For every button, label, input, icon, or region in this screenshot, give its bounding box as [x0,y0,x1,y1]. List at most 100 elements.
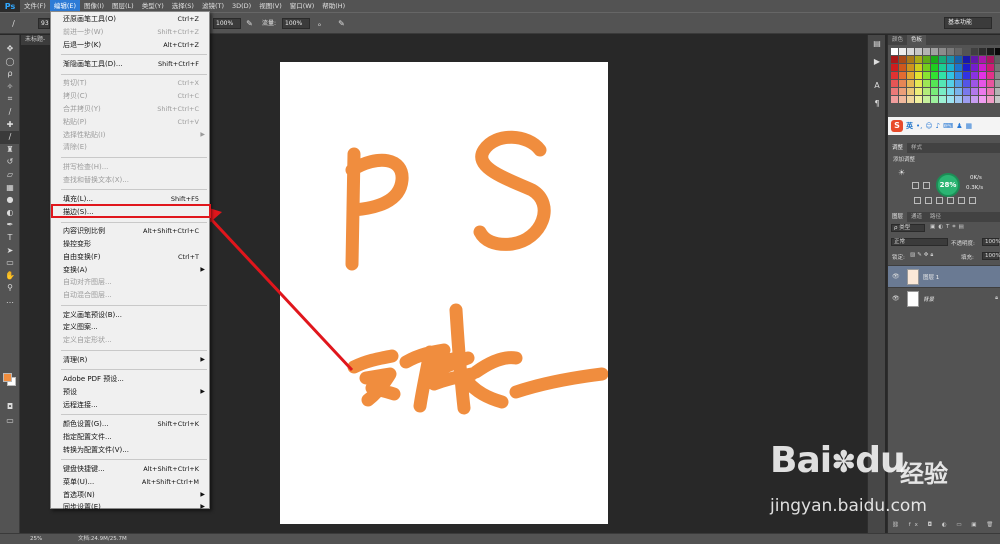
color-swatch[interactable] [955,48,962,55]
swatches-grid[interactable] [891,48,1000,106]
layer-opacity-field[interactable]: 100% [982,238,1000,246]
color-swatch[interactable] [939,56,946,63]
color-swatch[interactable] [971,96,978,103]
color-swatch[interactable] [923,64,930,71]
color-swatch[interactable] [955,56,962,63]
edit-menu-item[interactable]: 预设 ▶ [51,386,209,398]
color-swatch[interactable] [939,72,946,79]
edit-menu-item[interactable]: 首选项(N) ▶ [51,489,209,501]
color-swatch[interactable] [995,96,1000,103]
tab-styles[interactable]: 样式 [907,143,926,153]
edit-menu-item[interactable]: 清除(E) [51,141,209,153]
color-swatch[interactable] [931,72,938,79]
keyboard-icon[interactable]: ⌨ [943,122,953,130]
edit-menu-item[interactable]: 自动混合图层... [51,289,209,301]
tab-layers[interactable]: 图层 [888,212,908,222]
color-swatch[interactable] [987,72,994,79]
color-swatch[interactable] [979,80,986,87]
tab-color[interactable]: 颜色 [888,35,907,45]
character-panel-icon[interactable]: A [868,77,886,95]
color-swatch[interactable] [955,96,962,103]
color-swatch[interactable] [987,88,994,95]
color-swatch[interactable] [891,48,898,55]
color-swatch[interactable] [995,88,1000,95]
color-swatch[interactable] [891,80,898,87]
tab-swatches[interactable]: 色板 [907,35,927,45]
layer-row[interactable]: 👁︎ 背景 🔒︎ [888,287,1000,309]
color-swatch[interactable] [987,48,994,55]
color-swatch[interactable] [915,48,922,55]
edit-menu-item[interactable]: 剪切(T) Ctrl+X [51,77,209,89]
color-swatch[interactable] [947,48,954,55]
color-swatch[interactable] [979,88,986,95]
ime-mode[interactable]: 英 [906,121,913,131]
edit-menu-item[interactable]: 选择性粘贴(I) ▶ [51,129,209,141]
color-swatch[interactable] [923,48,930,55]
actions-panel-icon[interactable]: ▶ [868,53,886,71]
color-swatch[interactable] [971,72,978,79]
color-swatch[interactable] [923,72,930,79]
color-swatch[interactable] [891,72,898,79]
color-swatch[interactable] [931,48,938,55]
edit-menu-item[interactable]: 内容识别比例 Alt+Shift+Ctrl+C [51,225,209,237]
color-swatch[interactable] [963,96,970,103]
edit-menu-item[interactable]: 拷贝(C) Ctrl+C [51,90,209,102]
color-swatch[interactable] [923,56,930,63]
edit-menu-item[interactable]: 定义图案... [51,321,209,333]
color-swatch[interactable] [931,56,938,63]
color-swatch[interactable] [891,64,898,71]
color-swatch[interactable] [907,48,914,55]
color-swatch[interactable] [907,72,914,79]
color-swatch[interactable] [915,56,922,63]
toolbox-icon[interactable]: ▦ [966,122,973,130]
color-swatch[interactable] [955,88,962,95]
edit-menu-item[interactable]: 渐隐画笔工具(D)... Shift+Ctrl+F [51,58,209,70]
color-swatch[interactable] [971,48,978,55]
edit-menu-item[interactable]: 键盘快捷键... Alt+Shift+Ctrl+K [51,463,209,475]
color-swatch[interactable] [995,72,1000,79]
color-swatch[interactable] [899,72,906,79]
color-swatch[interactable] [971,80,978,87]
color-swatch[interactable] [939,88,946,95]
color-swatch[interactable] [987,64,994,71]
network-speed-ball[interactable]: 28% [936,173,960,197]
color-swatch[interactable] [923,96,930,103]
color-swatch[interactable] [963,72,970,79]
color-swatch[interactable] [931,96,938,103]
color-swatch[interactable] [907,80,914,87]
edit-menu-item[interactable]: 远程连接... [51,399,209,411]
blend-mode-select[interactable]: 正常 [891,238,948,246]
color-swatch[interactable] [947,96,954,103]
color-swatch[interactable] [995,56,1000,63]
edit-menu-item[interactable]: 变换(A) ▶ [51,264,209,276]
color-swatch[interactable] [947,64,954,71]
color-swatch[interactable] [963,64,970,71]
edit-menu-item[interactable]: 自由变换(F) Ctrl+T [51,251,209,263]
tab-adjustments[interactable]: 调整 [888,143,908,153]
color-swatch[interactable] [923,80,930,87]
edit-menu-item[interactable]: 定义自定形状... [51,334,209,346]
color-swatch[interactable] [987,96,994,103]
color-swatch[interactable] [899,80,906,87]
color-swatch[interactable] [891,96,898,103]
color-swatch[interactable] [955,64,962,71]
edit-menu-item[interactable]: 粘贴(P) Ctrl+V [51,116,209,128]
color-swatch[interactable] [979,72,986,79]
adjust-icons-row-3[interactable] [914,197,976,204]
fill-field[interactable]: 100% [982,252,1000,260]
color-swatch[interactable] [899,56,906,63]
edit-menu-item[interactable]: 合并拷贝(Y) Shift+Ctrl+C [51,103,209,115]
color-swatch[interactable] [899,88,906,95]
edit-menu-item[interactable]: 转换为配置文件(V)... [51,444,209,456]
adjust-icons-row-2[interactable] [912,182,930,189]
zoom-level[interactable]: 25% [30,534,42,544]
punctuation-icon[interactable]: •, [916,122,922,130]
skin-icon[interactable]: ♟ [956,122,962,130]
edit-menu-item[interactable]: 定义画笔预设(B)... [51,309,209,321]
color-swatch[interactable] [947,88,954,95]
color-swatch[interactable] [891,88,898,95]
color-swatch[interactable] [955,80,962,87]
color-swatch[interactable] [955,72,962,79]
color-swatch[interactable] [915,72,922,79]
voice-icon[interactable]: ♪ [936,122,940,130]
